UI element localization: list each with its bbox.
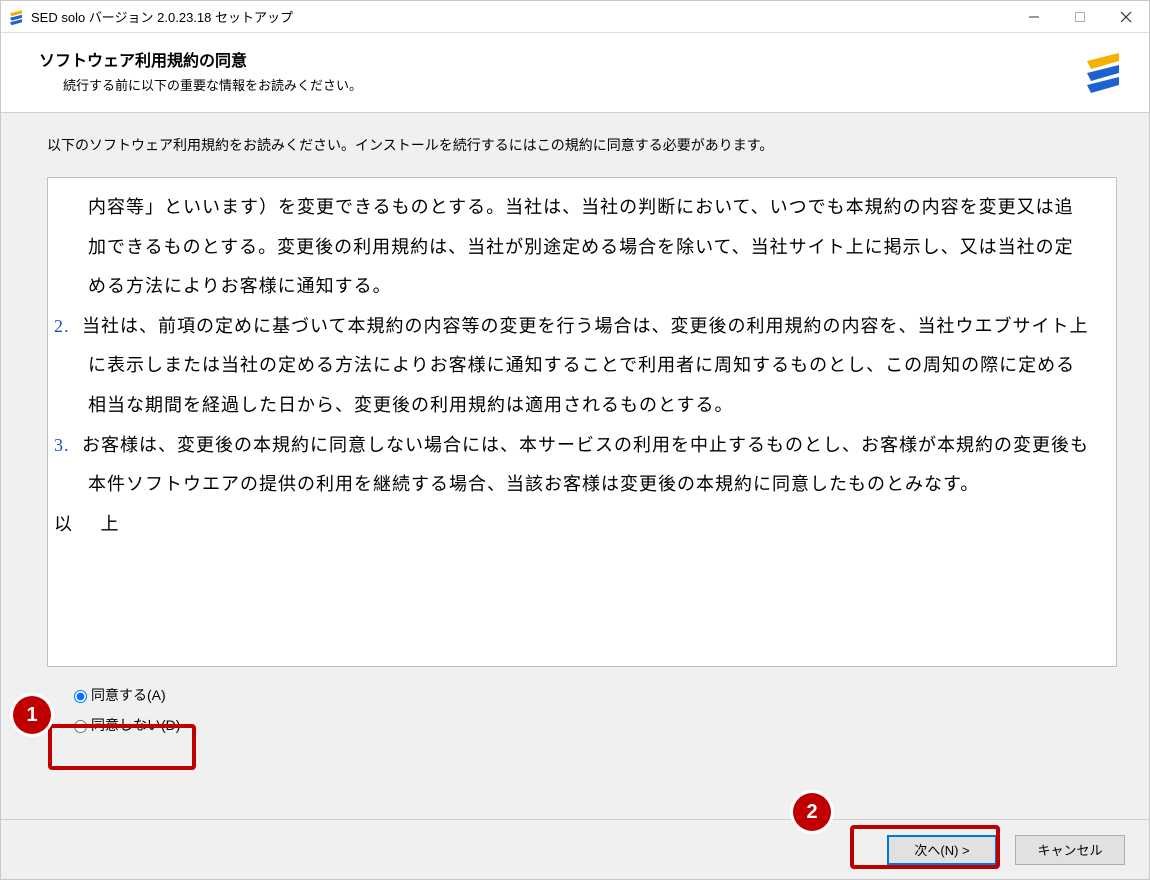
window-title: SED solo バージョン 2.0.23.18 セットアップ [31,7,1011,26]
brand-logo-icon [1079,47,1127,95]
eula-textbox[interactable]: 内容等」といいます）を変更できるものとする。当社は、当社の判断において、いつでも… [47,177,1117,667]
radio-agree-input[interactable] [74,690,87,703]
instruction-text: 以下のソフトウェア利用規約をお読みください。インストールを続行するにはこの規約に… [47,135,1117,155]
eula-num-3: 3. [54,426,82,466]
eula-text-2: 当社は、前項の定めに基づいて本規約の内容等の変更を行う場合は、変更後の利用規約の… [82,316,1088,415]
eula-para-2: 2.当社は、前項の定めに基づいて本規約の内容等の変更を行う場合は、変更後の利用規… [54,307,1092,426]
titlebar: SED solo バージョン 2.0.23.18 セットアップ [1,1,1149,33]
header-subtitle: 続行する前に以下の重要な情報をお読みください。 [39,75,1127,94]
header-title: ソフトウェア利用規約の同意 [39,47,1127,71]
radio-disagree-label: 同意しない(D) [91,715,180,735]
wizard-footer: 次へ(N) > キャンセル [1,819,1149,879]
eula-end: 以 上 [54,505,1092,545]
eula-para-1: 内容等」といいます）を変更できるものとする。当社は、当社の判断において、いつでも… [54,188,1092,307]
next-button[interactable]: 次へ(N) > [887,835,997,865]
app-icon [7,8,25,26]
eula-num-2: 2. [54,307,82,347]
radio-disagree-input[interactable] [74,720,87,733]
eula-text-3: お客様は、変更後の本規約に同意しない場合には、本サービスの利用を中止するものとし… [82,435,1089,495]
eula-scroll[interactable]: 内容等」といいます）を変更できるものとする。当社は、当社の判断において、いつでも… [48,178,1116,666]
maximize-button [1057,1,1103,32]
radio-disagree[interactable]: 同意しない(D) [47,713,1117,737]
cancel-button[interactable]: キャンセル [1015,835,1125,865]
wizard-header: ソフトウェア利用規約の同意 続行する前に以下の重要な情報をお読みください。 [1,33,1149,113]
radio-agree[interactable]: 同意する(A) [47,683,1117,707]
setup-window: SED solo バージョン 2.0.23.18 セットアップ ソフトウェア利用… [0,0,1150,880]
window-controls [1011,1,1149,32]
wizard-body: 以下のソフトウェア利用規約をお読みください。インストールを続行するにはこの規約に… [1,113,1149,819]
radio-agree-label: 同意する(A) [91,685,166,705]
eula-para-3: 3.お客様は、変更後の本規約に同意しない場合には、本サービスの利用を中止するもの… [54,426,1092,505]
minimize-button[interactable] [1011,1,1057,32]
close-button[interactable] [1103,1,1149,32]
